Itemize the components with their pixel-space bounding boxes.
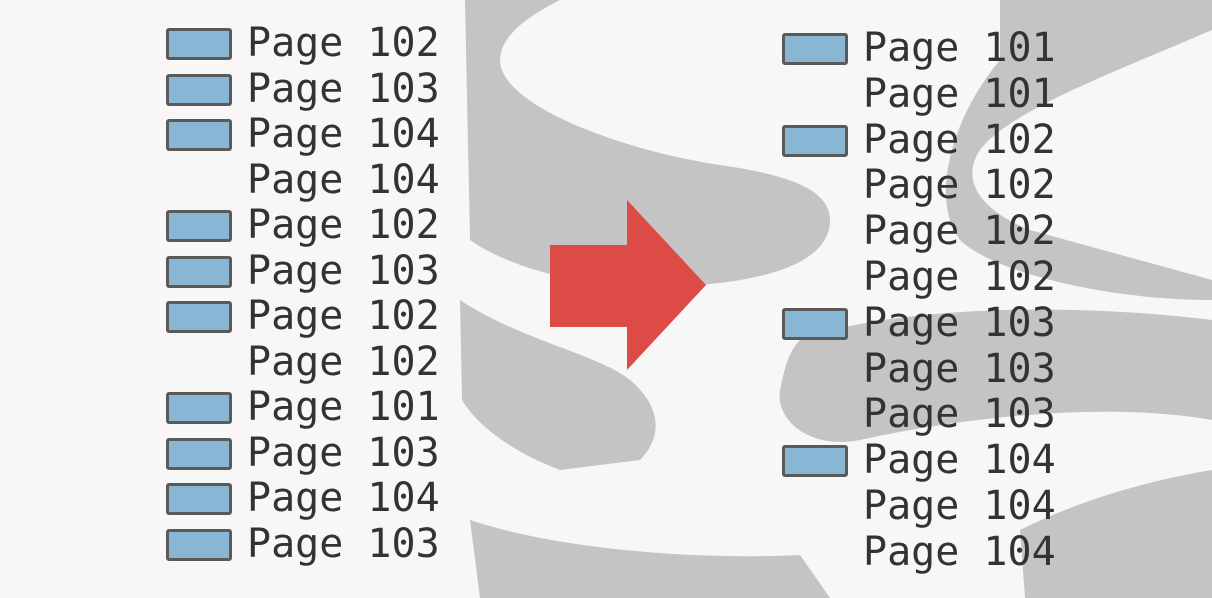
page-label: Page 102 bbox=[247, 20, 440, 66]
page-marker-icon bbox=[166, 528, 232, 561]
page-label: Page 101 bbox=[863, 25, 1056, 71]
page-label: Page 102 bbox=[247, 293, 440, 339]
page-marker-icon bbox=[166, 437, 232, 470]
page-label: Page 102 bbox=[863, 162, 1056, 209]
page-marker-icon bbox=[782, 445, 848, 478]
page-label: Page 104 bbox=[863, 483, 1056, 529]
page-label: Page 103 bbox=[247, 429, 440, 476]
page-label: Page 103 bbox=[863, 299, 1056, 346]
page-marker-icon bbox=[166, 28, 232, 60]
page-marker-icon bbox=[166, 119, 232, 151]
page-label: Page 103 bbox=[247, 65, 440, 112]
page-label: Page 102 bbox=[247, 338, 440, 385]
page-label: Page 104 bbox=[247, 111, 440, 157]
page-label: Page 104 bbox=[247, 475, 440, 521]
page-marker-icon bbox=[166, 483, 232, 515]
page-marker-icon bbox=[782, 124, 848, 157]
page-marker-icon bbox=[782, 33, 848, 65]
page-label: Page 104 bbox=[863, 528, 1056, 575]
page-label: Page 102 bbox=[863, 208, 1056, 255]
page-marker-icon bbox=[166, 301, 232, 333]
page-marker-icon bbox=[166, 73, 232, 106]
page-marker-icon bbox=[166, 210, 232, 242]
page-label: Page 102 bbox=[863, 254, 1056, 300]
page-label: Page 103 bbox=[863, 391, 1056, 438]
page-marker-icon bbox=[166, 392, 232, 424]
page-label: Page 101 bbox=[863, 70, 1056, 117]
page-label: Page 104 bbox=[863, 437, 1056, 484]
right-arrow-icon bbox=[550, 200, 706, 370]
page-label: Page 103 bbox=[863, 345, 1056, 392]
page-label: Page 104 bbox=[247, 156, 440, 203]
page-marker-icon bbox=[166, 255, 232, 288]
page-label: Page 102 bbox=[247, 202, 440, 248]
page-label: Page 102 bbox=[863, 116, 1056, 163]
page-label: Page 103 bbox=[247, 520, 440, 567]
page-label: Page 103 bbox=[247, 247, 440, 294]
page-list-item: Page 103 bbox=[166, 521, 526, 571]
page-marker-icon bbox=[782, 307, 848, 340]
page-label: Page 101 bbox=[247, 384, 440, 430]
page-list-item: Page 104 bbox=[782, 529, 1142, 579]
